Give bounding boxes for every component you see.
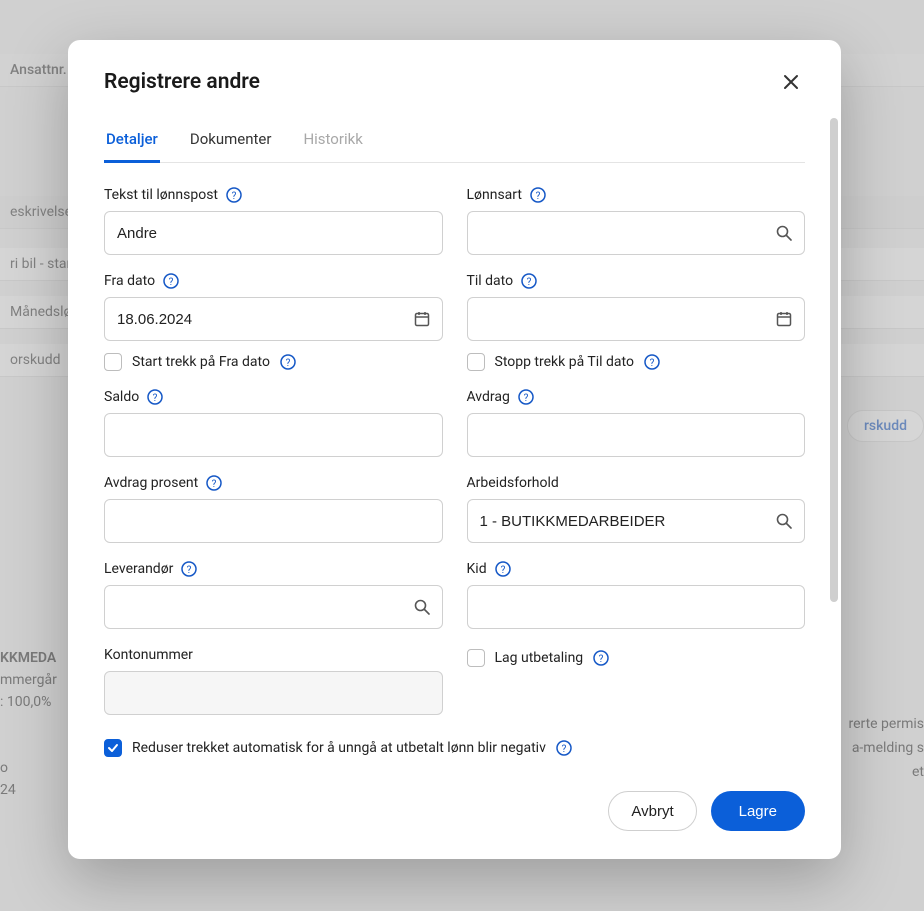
checkbox-start-trekk[interactable]	[104, 353, 122, 371]
calendar-icon[interactable]	[775, 310, 793, 328]
calendar-icon[interactable]	[413, 310, 431, 328]
svg-text:?: ?	[536, 191, 541, 202]
help-icon[interactable]: ?	[556, 740, 572, 756]
help-icon[interactable]: ?	[226, 187, 242, 203]
input-avdrag-prosent[interactable]	[104, 499, 443, 543]
field-lonnsart: Lønnsart ?	[467, 187, 806, 255]
check-icon	[107, 742, 119, 754]
help-icon[interactable]: ?	[181, 561, 197, 577]
svg-text:?: ?	[599, 654, 604, 665]
field-tekst: Tekst til lønnspost ?	[104, 187, 443, 255]
field-til-dato: Til dato ? Stopp trekk på Til dato ?	[467, 273, 806, 371]
input-til-dato[interactable]	[467, 297, 806, 341]
input-arbeidsforhold[interactable]	[467, 499, 806, 543]
svg-text:?: ?	[527, 277, 532, 288]
modal-registrere-andre: Registrere andre Detaljer Dokumenter His…	[68, 40, 841, 859]
search-icon[interactable]	[775, 224, 793, 242]
checkbox-reduser[interactable]	[104, 739, 122, 757]
help-icon[interactable]: ?	[163, 273, 179, 289]
label-kid: Kid	[467, 561, 487, 577]
scrollbar[interactable]	[829, 118, 839, 781]
label-fra-dato: Fra dato	[104, 273, 155, 289]
label-avdrag-prosent: Avdrag prosent	[104, 475, 198, 491]
modal-body-wrap: Detaljer Dokumenter Historikk Tekst til …	[68, 118, 841, 781]
checkbox-lag-utbetaling[interactable]	[467, 649, 485, 667]
svg-text:?: ?	[212, 479, 217, 490]
help-icon[interactable]: ?	[530, 187, 546, 203]
field-reduser: Reduser trekket automatisk for å unngå a…	[104, 739, 805, 757]
field-avdrag-prosent: Avdrag prosent ?	[104, 475, 443, 543]
label-saldo: Saldo	[104, 389, 139, 405]
tab-history: Historikk	[301, 118, 364, 163]
svg-text:?: ?	[169, 277, 174, 288]
label-leverandor: Leverandør	[104, 561, 173, 577]
checkbox-stopp-trekk[interactable]	[467, 353, 485, 371]
input-kontonummer[interactable]	[104, 671, 443, 715]
input-leverandor[interactable]	[104, 585, 443, 629]
help-icon[interactable]: ?	[206, 475, 222, 491]
field-arbeidsforhold: Arbeidsforhold	[467, 475, 806, 543]
field-kid: Kid ?	[467, 561, 806, 629]
search-icon[interactable]	[413, 598, 431, 616]
tab-details[interactable]: Detaljer	[104, 118, 160, 163]
label-start-trekk: Start trekk på Fra dato	[132, 354, 270, 370]
modal-title: Registrere andre	[104, 70, 260, 94]
modal-footer: Avbryt Lagre	[68, 781, 841, 859]
input-fra-dato[interactable]	[104, 297, 443, 341]
input-lonnsart[interactable]	[467, 211, 806, 255]
label-til-dato: Til dato	[467, 273, 514, 289]
help-icon[interactable]: ?	[518, 389, 534, 405]
label-arbeidsforhold: Arbeidsforhold	[467, 475, 559, 491]
label-reduser: Reduser trekket automatisk for å unngå a…	[132, 740, 546, 756]
scrollbar-thumb[interactable]	[830, 118, 838, 602]
close-button[interactable]	[777, 68, 805, 96]
svg-text:?: ?	[650, 358, 655, 369]
input-avdrag[interactable]	[467, 413, 806, 457]
tab-documents[interactable]: Dokumenter	[188, 118, 274, 163]
field-leverandor: Leverandør ?	[104, 561, 443, 629]
help-icon[interactable]: ?	[280, 354, 296, 370]
svg-text:?: ?	[562, 744, 567, 755]
input-saldo[interactable]	[104, 413, 443, 457]
svg-text:?: ?	[523, 393, 528, 404]
label-tekst: Tekst til lønnspost	[104, 187, 218, 203]
help-icon[interactable]: ?	[495, 561, 511, 577]
label-avdrag: Avdrag	[467, 389, 510, 405]
field-fra-dato: Fra dato ? Start trekk på Fra dato ?	[104, 273, 443, 371]
label-lonnsart: Lønnsart	[467, 187, 522, 203]
help-icon[interactable]: ?	[644, 354, 660, 370]
field-avdrag: Avdrag ?	[467, 389, 806, 457]
svg-text:?: ?	[153, 393, 158, 404]
cancel-button[interactable]: Avbryt	[608, 791, 696, 831]
modal-body: Detaljer Dokumenter Historikk Tekst til …	[68, 118, 841, 781]
svg-text:?: ?	[232, 191, 237, 202]
help-icon[interactable]: ?	[147, 389, 163, 405]
field-lag-utbetaling: Lag utbetaling ?	[467, 647, 806, 715]
field-saldo: Saldo ?	[104, 389, 443, 457]
search-icon[interactable]	[775, 512, 793, 530]
field-kontonummer: Kontonummer	[104, 647, 443, 715]
svg-text:?: ?	[500, 565, 505, 576]
label-stopp-trekk: Stopp trekk på Til dato	[495, 354, 634, 370]
form-grid: Tekst til lønnspost ? Lønnsart ?	[104, 187, 805, 757]
help-icon[interactable]: ?	[521, 273, 537, 289]
label-kontonummer: Kontonummer	[104, 647, 193, 663]
modal-header: Registrere andre	[68, 40, 841, 108]
svg-text:?: ?	[187, 565, 192, 576]
input-kid[interactable]	[467, 585, 806, 629]
svg-text:?: ?	[286, 358, 291, 369]
input-tekst[interactable]	[104, 211, 443, 255]
tabs: Detaljer Dokumenter Historikk	[104, 118, 805, 163]
label-lag-utbetaling: Lag utbetaling	[495, 650, 584, 666]
save-button[interactable]: Lagre	[711, 791, 805, 831]
close-icon	[782, 73, 800, 91]
help-icon[interactable]: ?	[593, 650, 609, 666]
